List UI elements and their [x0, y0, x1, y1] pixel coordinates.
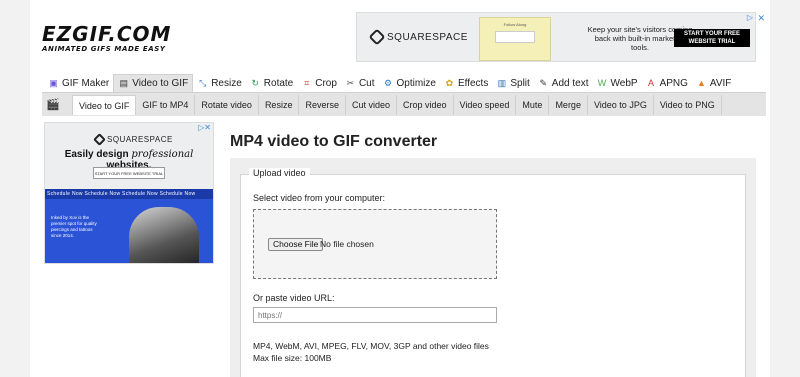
- ad-card-title: Follow Along: [503, 22, 527, 27]
- tab-video-to-gif[interactable]: Video to GIF: [72, 94, 137, 115]
- tab-video-speed[interactable]: Video speed: [454, 94, 517, 115]
- main-nav-label: AVIF: [709, 77, 732, 89]
- main-nav-item-webp[interactable]: W WebP: [593, 74, 642, 92]
- site-logo[interactable]: EZGIF.COM ANIMATED GIFS MADE EASY: [42, 24, 171, 53]
- upload-fieldset: Upload video Select video from your comp…: [240, 168, 746, 377]
- upload-panel: Upload video Select video from your comp…: [230, 158, 756, 377]
- main-nav-label: WebP: [610, 77, 638, 89]
- main-nav-item-resize[interactable]: ⤡ Resize: [193, 74, 246, 92]
- tab-mute[interactable]: Mute: [516, 94, 550, 115]
- optimize-icon: ⚙: [383, 77, 393, 88]
- main-nav-item-video-to-gif[interactable]: ▤ Video to GIF: [113, 74, 194, 92]
- url-label: Or paste video URL:: [253, 293, 335, 303]
- logo-tagline: ANIMATED GIFS MADE EASY: [42, 45, 166, 53]
- video-url-input[interactable]: [253, 307, 497, 323]
- crop-icon: ⌗: [304, 77, 310, 88]
- main-nav-label: Split: [510, 77, 530, 89]
- film-icon: ▤: [119, 78, 128, 88]
- rotate-icon: ↻: [251, 77, 260, 88]
- tab-crop-video[interactable]: Crop video: [397, 94, 454, 115]
- apng-icon: A: [648, 77, 655, 88]
- side-ad-blurb: Inked by Xov is the premier spot for qua…: [51, 215, 97, 238]
- side-ad-headline-b: professional: [131, 149, 194, 160]
- supported-formats-text: MP4, WebM, AVI, MPEG, FLV, MOV, 3GP and …: [253, 341, 489, 351]
- max-size-text: Max file size: 100MB: [253, 353, 332, 363]
- main-nav-label: APNG: [659, 77, 688, 89]
- ad-choices-icon[interactable]: ▷✕: [198, 123, 211, 132]
- image-icon: ▣: [49, 77, 58, 88]
- file-dropzone[interactable]: Choose File No file chosen: [253, 209, 497, 279]
- side-ad[interactable]: SQUARESPACE Easily design professional w…: [44, 122, 214, 264]
- tab-merge[interactable]: Merge: [549, 94, 588, 115]
- film-icon: 🎬: [46, 98, 60, 111]
- main-nav-label: GIF Maker: [62, 77, 110, 89]
- side-ad-headline-a: Easily design: [64, 149, 132, 160]
- select-video-label: Select video from your computer:: [253, 193, 386, 203]
- upload-legend: Upload video: [249, 168, 310, 178]
- main-nav-item-avif[interactable]: ▲ AVIF: [692, 74, 735, 92]
- squarespace-icon: [93, 133, 106, 146]
- tab-video-to-jpg[interactable]: Video to JPG: [588, 94, 654, 115]
- main-nav-label: Cut: [358, 77, 375, 89]
- close-icon[interactable]: ✕: [757, 13, 765, 24]
- cut-icon: ✂: [346, 77, 355, 88]
- top-banner-ad[interactable]: SQUARESPACE Follow Along Keep your site'…: [356, 12, 765, 62]
- ad-choices-icon[interactable]: ▷: [747, 13, 753, 22]
- no-file-text: No file chosen: [320, 239, 374, 249]
- resize-icon: ⤡: [199, 77, 207, 88]
- tab-gif-to-mp4[interactable]: GIF to MP4: [136, 94, 196, 115]
- tab-cut-video[interactable]: Cut video: [346, 94, 397, 115]
- main-nav-item-rotate[interactable]: ↻ Rotate: [246, 74, 297, 92]
- main-nav-item-effects[interactable]: ✿ Effects: [440, 74, 492, 92]
- text-icon: ✎: [539, 77, 548, 88]
- main-nav-label: Crop: [315, 77, 337, 89]
- main-nav-item-split[interactable]: ▥ Split: [492, 74, 533, 92]
- side-ad-photo: [129, 207, 199, 263]
- sub-nav: 🎬 Video to GIF GIF to MP4 Rotate video Resi…: [42, 92, 766, 116]
- squarespace-icon: [368, 28, 386, 46]
- choose-file-button[interactable]: Choose File: [268, 238, 324, 251]
- logo-text: EZGIF.COM: [42, 22, 172, 46]
- main-nav-item-gif-maker[interactable]: ▣ GIF Maker: [44, 74, 113, 92]
- ad-cta-button[interactable]: START YOUR FREE WEBSITE TRIAL: [674, 29, 750, 47]
- main-nav-label: Resize: [211, 77, 242, 89]
- tab-reverse[interactable]: Reverse: [299, 94, 346, 115]
- ad-card-image: Follow Along: [479, 17, 551, 61]
- side-ad-brand-label: SQUARESPACE: [107, 135, 173, 144]
- tab-video-to-png[interactable]: Video to PNG: [654, 94, 722, 115]
- side-ad-cta-button[interactable]: START YOUR FREE WEBSITE TRIAL: [93, 167, 165, 179]
- split-icon: ▥: [497, 77, 507, 88]
- main-nav-label: Add text: [551, 77, 589, 89]
- side-ad-brand: SQUARESPACE: [93, 133, 173, 146]
- ad-brand: SQUARESPACE: [368, 28, 468, 46]
- main-nav-label: Rotate: [263, 77, 294, 89]
- main-nav-item-crop[interactable]: ⌗ Crop: [297, 74, 341, 92]
- main-nav-item-cut[interactable]: ✂ Cut: [341, 74, 379, 92]
- effects-icon: ✿: [445, 77, 454, 88]
- tab-rotate-video[interactable]: Rotate video: [195, 94, 259, 115]
- main-nav-label: Video to GIF: [132, 78, 189, 89]
- main-nav-item-add-text[interactable]: ✎ Add text: [534, 74, 593, 92]
- main-nav-label: Optimize: [396, 77, 436, 89]
- page-title: MP4 video to GIF converter: [230, 133, 438, 150]
- tab-resize[interactable]: Resize: [259, 94, 300, 115]
- main-nav: ▣ GIF Maker ▤ Video to GIF ⤡ Resize ↻ Rotate ⌗ Cr…: [44, 74, 735, 92]
- side-ad-schedule-bar: Schedule Now Schedule Now Schedule Now S…: [45, 189, 213, 199]
- avif-icon: ▲: [696, 77, 706, 88]
- webp-icon: W: [597, 77, 607, 88]
- main-nav-label: Effects: [457, 77, 489, 89]
- page: EZGIF.COM ANIMATED GIFS MADE EASY SQUARE…: [30, 0, 770, 377]
- main-nav-item-optimize[interactable]: ⚙ Optimize: [379, 74, 440, 92]
- main-nav-item-apng[interactable]: A APNG: [642, 74, 692, 92]
- ad-brand-label: SQUARESPACE: [387, 31, 468, 43]
- ad-card-pill: [495, 31, 535, 43]
